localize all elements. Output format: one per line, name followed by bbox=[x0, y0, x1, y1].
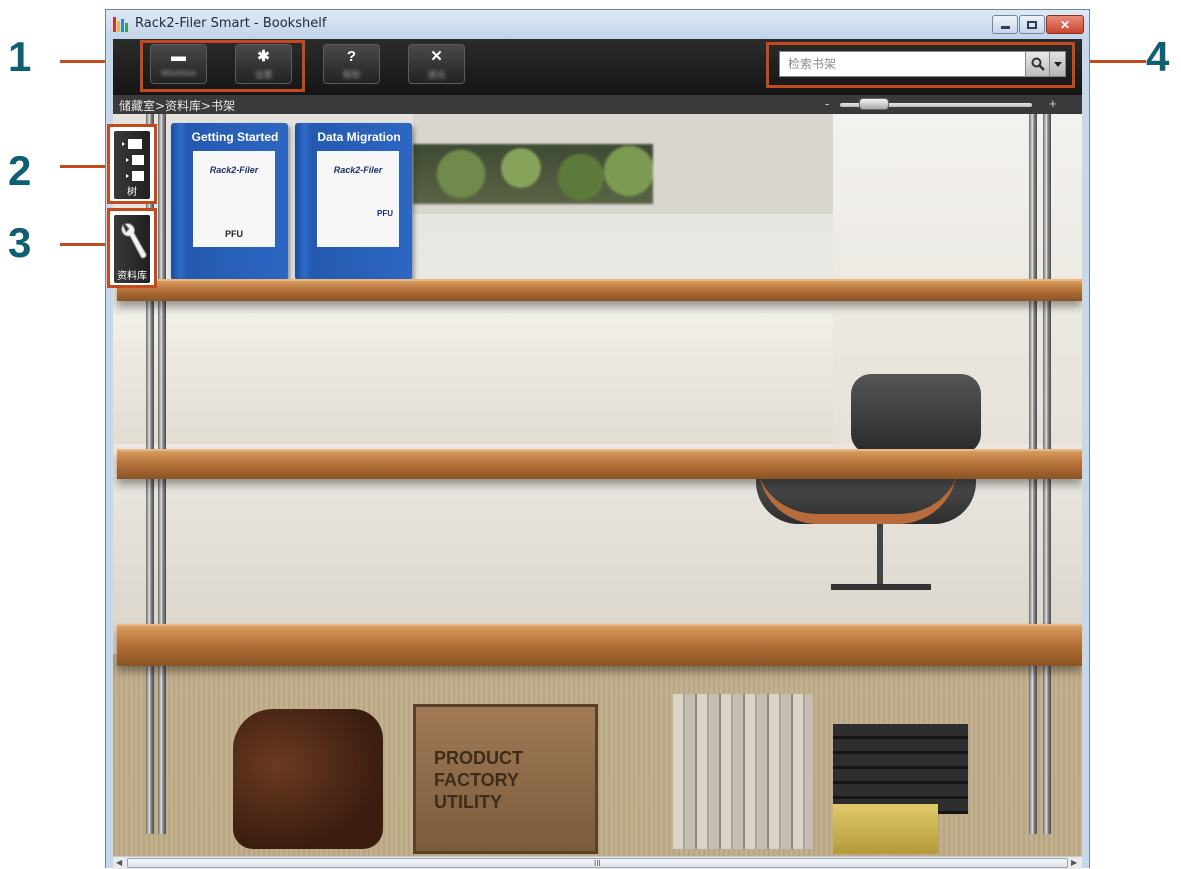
scroll-left-icon[interactable]: ◀ bbox=[116, 858, 122, 867]
binder-brand: PFU bbox=[377, 209, 393, 218]
binder-brand: PFU bbox=[225, 229, 243, 239]
callout-box-4 bbox=[766, 42, 1075, 88]
help-button[interactable]: ? 帮助 bbox=[323, 44, 380, 84]
binder-logo: Rack2-Filer bbox=[333, 165, 383, 175]
title-bar[interactable]: Rack2-Filer Smart - Bookshelf ✕ bbox=[106, 10, 1089, 39]
repository-caption: 资料库 bbox=[117, 271, 147, 282]
callout-number-3: 3 bbox=[8, 219, 32, 266]
horizontal-scrollbar[interactable]: ◀ III ▶ bbox=[113, 856, 1082, 869]
callout-box-3: 资料库 bbox=[107, 208, 157, 288]
breadcrumb[interactable]: 储藏室>资料库>书架 bbox=[119, 97, 235, 114]
maximize-button[interactable] bbox=[1019, 15, 1045, 34]
bookshelf-view: Getting Started Rack2-Filer PFU Data Mig… bbox=[113, 114, 1082, 856]
client-area: ▬ Workbox ✱ 设置 ? 帮助 ✕ 退出 检索书架 储藏室>资料库>书架… bbox=[113, 39, 1082, 869]
help-icon: ? bbox=[346, 48, 357, 65]
repository-button[interactable]: 资料库 bbox=[114, 215, 150, 283]
exit-button[interactable]: ✕ 退出 bbox=[408, 44, 465, 84]
app-window: Rack2-Filer Smart - Bookshelf ✕ ▬ Workbo… bbox=[105, 9, 1090, 869]
tree-button[interactable]: 树 bbox=[114, 131, 150, 199]
shelf-board-3 bbox=[117, 624, 1082, 666]
lounge-chair-stem bbox=[877, 524, 883, 584]
callout-box-1 bbox=[140, 40, 305, 92]
product-crate: PRODUCT FACTORY UTILITY bbox=[413, 704, 598, 854]
callout-number-4: 4 bbox=[1146, 33, 1170, 80]
background-cabinet bbox=[113, 314, 833, 444]
binder-title: Data Migration bbox=[317, 130, 401, 144]
minimize-icon bbox=[1000, 26, 1010, 29]
stacked-books-decoration bbox=[673, 694, 813, 849]
exit-label: 退出 bbox=[427, 70, 446, 80]
lounge-chair bbox=[851, 374, 981, 454]
breadcrumb-bar: 储藏室>资料库>书架 - + bbox=[113, 95, 1082, 114]
tree-icon bbox=[122, 139, 144, 181]
binder-cover-sheet: Rack2-Filer PFU bbox=[317, 151, 399, 247]
close-icon: ✕ bbox=[430, 48, 443, 65]
lounge-chair-base bbox=[831, 584, 931, 590]
shelf-board-2 bbox=[117, 449, 1082, 479]
background-plants bbox=[413, 144, 653, 204]
dark-books-decoration bbox=[833, 724, 968, 814]
callout-number-1: 1 bbox=[8, 33, 32, 80]
zoom-slider-thumb[interactable] bbox=[859, 98, 890, 110]
binder-cover-sheet: Rack2-Filer PFU bbox=[193, 151, 275, 247]
app-icon bbox=[113, 17, 129, 32]
zoom-out-button[interactable]: - bbox=[825, 96, 829, 111]
minimize-button[interactable] bbox=[992, 15, 1018, 34]
close-window-button[interactable]: ✕ bbox=[1046, 15, 1084, 34]
wrench-icon bbox=[121, 223, 147, 259]
shelf-board-1 bbox=[117, 279, 1082, 301]
binder-getting-started[interactable]: Getting Started Rack2-Filer PFU bbox=[171, 123, 288, 280]
callout-box-2: 树 bbox=[107, 124, 157, 204]
boots-decoration bbox=[233, 709, 383, 849]
callout-line-2 bbox=[60, 165, 107, 168]
window-title: Rack2-Filer Smart - Bookshelf bbox=[135, 16, 327, 31]
crate-label: PRODUCT FACTORY UTILITY bbox=[434, 748, 523, 812]
maximize-icon bbox=[1027, 20, 1037, 29]
scrollbar-grip: III bbox=[594, 859, 601, 868]
binder-title: Getting Started bbox=[191, 130, 279, 144]
yellow-box-decoration bbox=[833, 804, 938, 854]
tree-caption: 树 bbox=[127, 187, 137, 198]
callout-number-2: 2 bbox=[8, 147, 32, 194]
callout-line-3 bbox=[60, 243, 107, 246]
binder-data-migration[interactable]: Data Migration Rack2-Filer PFU bbox=[295, 123, 412, 280]
scroll-right-icon[interactable]: ▶ bbox=[1071, 858, 1077, 867]
binder-logo: Rack2-Filer bbox=[209, 165, 259, 175]
help-label: 帮助 bbox=[342, 70, 361, 80]
scrollbar-thumb[interactable]: III bbox=[127, 858, 1068, 868]
zoom-in-button[interactable]: + bbox=[1049, 96, 1057, 111]
close-icon: ✕ bbox=[1059, 17, 1071, 32]
